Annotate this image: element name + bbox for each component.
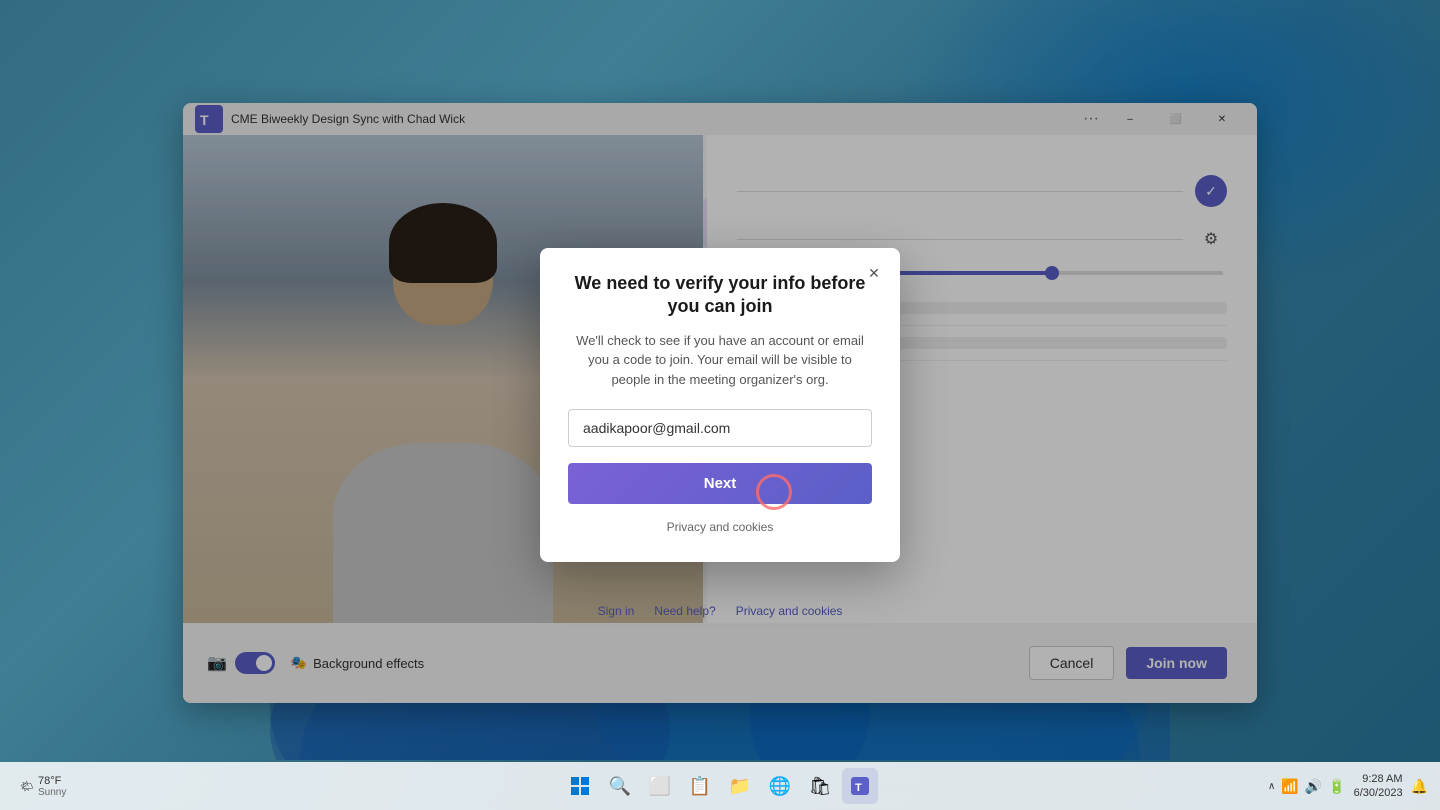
modal-title: We need to verify your info before you c…	[568, 272, 872, 319]
verify-info-modal: ✕ We need to verify your info before you…	[540, 248, 900, 562]
taskbar: 🌤 78°F Sunny 🔍 ⬜ 📋	[0, 762, 1440, 810]
folder-icon: 📁	[729, 776, 751, 797]
weather-temp: 78°F	[38, 775, 66, 787]
task-view-icon: ⬜	[649, 776, 671, 797]
start-button[interactable]	[562, 768, 598, 804]
time-display[interactable]: 9:28 AM 6/30/2023	[1354, 772, 1403, 801]
weather-widget[interactable]: 🌤 78°F Sunny	[12, 775, 74, 798]
modal-description: We'll check to see if you have an accoun…	[568, 331, 872, 390]
modal-overlay: ✕ We need to verify your info before you…	[0, 0, 1440, 810]
search-button[interactable]: 🔍	[602, 768, 638, 804]
weather-icon: 🌤	[20, 780, 34, 793]
system-tray: ∧ 📶 🔊 🔋	[1268, 778, 1346, 795]
svg-text:T: T	[855, 782, 862, 794]
widgets-button[interactable]: 📋	[682, 768, 718, 804]
wifi-icon[interactable]: 📶	[1281, 778, 1298, 795]
modal-privacy-link[interactable]: Privacy and cookies	[568, 520, 872, 534]
taskbar-left: 🌤 78°F Sunny	[12, 775, 74, 798]
widgets-icon: 📋	[689, 776, 711, 797]
weather-condition: Sunny	[38, 787, 66, 798]
next-button-container: Next	[568, 463, 872, 520]
volume-icon[interactable]: 🔊	[1305, 778, 1322, 795]
edge-button[interactable]: 🌐	[762, 768, 798, 804]
battery-icon[interactable]: 🔋	[1328, 778, 1345, 795]
cursor-indicator	[756, 474, 792, 510]
email-input[interactable]	[568, 409, 872, 447]
store-icon: 🛍	[809, 776, 832, 797]
next-button[interactable]: Next	[568, 463, 872, 504]
task-view-button[interactable]: ⬜	[642, 768, 678, 804]
clock-date: 6/30/2023	[1354, 786, 1403, 800]
search-icon: 🔍	[609, 776, 631, 797]
store-button[interactable]: 🛍	[802, 768, 838, 804]
taskbar-center: 🔍 ⬜ 📋 📁 🌐 🛍 T	[562, 768, 878, 804]
windows-logo-icon	[571, 777, 589, 795]
teams-taskbar-button[interactable]: T	[842, 768, 878, 804]
file-explorer-button[interactable]: 📁	[722, 768, 758, 804]
teams-taskbar-icon: T	[851, 777, 869, 795]
modal-close-button[interactable]: ✕	[860, 260, 888, 288]
chevron-up-icon[interactable]: ∧	[1268, 781, 1275, 792]
clock-time: 9:28 AM	[1354, 772, 1403, 786]
edge-icon: 🌐	[769, 776, 791, 797]
taskbar-right: ∧ 📶 🔊 🔋 9:28 AM 6/30/2023 🔔	[1268, 772, 1428, 801]
notification-icon[interactable]: 🔔	[1411, 778, 1428, 795]
weather-info: 78°F Sunny	[38, 775, 66, 798]
